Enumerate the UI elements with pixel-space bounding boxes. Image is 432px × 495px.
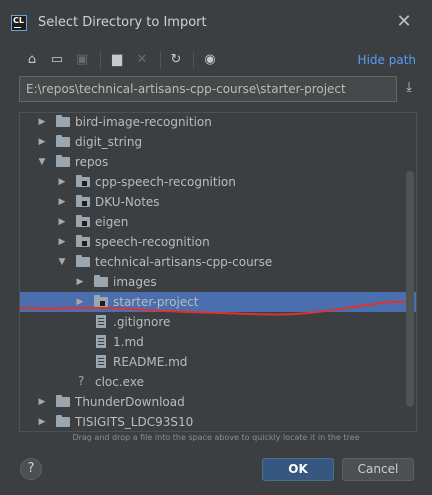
tree-row[interactable]: ▶ ThunderDownload [20, 392, 416, 412]
folder-icon [56, 395, 70, 407]
show-hidden-icon[interactable]: ◉ [200, 50, 220, 70]
collapse-arrow-icon[interactable]: ▶ [74, 292, 86, 312]
tree-scrollbar[interactable] [406, 171, 414, 407]
toolbar-separator [100, 52, 101, 68]
collapse-arrow-icon[interactable]: ▶ [56, 232, 68, 252]
tree-row[interactable]: ▼ repos [20, 152, 416, 172]
tree-row-label: ThunderDownload [75, 395, 185, 409]
folder-icon [76, 235, 90, 247]
collapse-arrow-icon[interactable]: ▶ [56, 172, 68, 192]
title-bar: CL Select Directory to Import ✕ [0, 0, 432, 46]
help-button[interactable]: ? [20, 458, 42, 480]
tree-row-label: eigen [95, 215, 129, 229]
toolbar-separator [160, 52, 161, 68]
folder-icon [56, 115, 70, 127]
tree-row-label: starter-project [113, 295, 199, 309]
tree-row-label: DKU-Notes [95, 195, 160, 209]
refresh-icon[interactable]: ↻ [166, 50, 186, 70]
download-icon[interactable]: ⤓ [401, 80, 417, 98]
folder-icon [76, 195, 90, 207]
tree-row-label: TISIGITS_LDC93S10 [75, 415, 194, 429]
tree-row[interactable]: ▶ speech-recognition [20, 232, 416, 252]
ok-button[interactable]: OK [262, 458, 334, 481]
tree-row[interactable]: 1.md [20, 332, 416, 352]
tree-row[interactable]: .gitignore [20, 312, 416, 332]
path-input[interactable] [20, 77, 396, 101]
collapse-arrow-icon[interactable]: ▶ [56, 212, 68, 232]
home-icon[interactable]: ⌂ [22, 50, 42, 70]
tree-row-label: README.md [113, 355, 188, 369]
tree-row-label: 1.md [113, 335, 144, 349]
tree-row-label: repos [75, 155, 109, 169]
tree-row[interactable]: ▶ TISIGITS_LDC93S10 [20, 412, 416, 431]
close-icon[interactable]: ✕ [394, 12, 414, 32]
drag-drop-hint: Drag and drop a file into the space abov… [72, 433, 360, 442]
expand-arrow-icon[interactable]: ▼ [56, 252, 68, 272]
clion-logo-icon: CL [11, 15, 27, 31]
tree-row-label: technical-artisans-cpp-course [95, 255, 273, 269]
directory-tree[interactable]: ▶ bird-image-recognition ▶ digit_string ▼ rep… [19, 112, 417, 432]
tree-row[interactable]: ▶ eigen [20, 212, 416, 232]
tree-row[interactable]: ▶ digit_string [20, 132, 416, 152]
unknown-file-icon: ? [78, 374, 85, 388]
folder-icon [56, 155, 70, 167]
path-field[interactable] [19, 76, 397, 102]
collapse-arrow-icon[interactable]: ▶ [36, 113, 48, 132]
tree-row[interactable]: README.md [20, 352, 416, 372]
tree-row-label: cloc.exe [95, 375, 144, 389]
file-icon [96, 335, 106, 348]
collapse-arrow-icon[interactable]: ▶ [74, 272, 86, 292]
tree-row-label: digit_string [75, 135, 143, 149]
collapse-arrow-icon[interactable]: ▶ [36, 392, 48, 412]
collapse-arrow-icon[interactable]: ▶ [36, 412, 48, 431]
folder-icon [56, 415, 70, 427]
collapse-arrow-icon[interactable]: ▶ [36, 132, 48, 152]
folder-icon [76, 215, 90, 227]
tree-row[interactable]: ? cloc.exe [20, 372, 416, 392]
project-icon[interactable]: ▣ [72, 50, 92, 70]
folder-icon [76, 175, 90, 187]
folder-icon [76, 255, 90, 267]
tree-row[interactable]: ▶ DKU-Notes [20, 192, 416, 212]
toolbar-separator [193, 52, 194, 68]
tree-row[interactable]: ▼ technical-artisans-cpp-course [20, 252, 416, 272]
tree-row[interactable]: ▶ cpp-speech-recognition [20, 172, 416, 192]
tree-row[interactable]: ▶ bird-image-recognition [20, 113, 416, 132]
dialog-title: Select Directory to Import [38, 15, 207, 30]
expand-arrow-icon[interactable]: ▼ [36, 152, 48, 172]
new-folder-icon[interactable]: ▆ [107, 50, 127, 70]
tree-row-label: .gitignore [113, 315, 171, 329]
tree-row-label: bird-image-recognition [75, 115, 212, 129]
collapse-arrow-icon[interactable]: ▶ [56, 192, 68, 212]
hide-path-link[interactable]: Hide path [358, 53, 416, 67]
folder-icon [56, 135, 70, 147]
file-icon [96, 355, 106, 368]
tree-row-label: images [113, 275, 157, 289]
cancel-button[interactable]: Cancel [342, 458, 414, 481]
file-icon [96, 315, 106, 328]
desktop-icon[interactable]: ▭ [47, 50, 67, 70]
folder-icon [94, 295, 108, 307]
folder-icon [94, 275, 108, 287]
delete-icon[interactable]: ✕ [132, 50, 152, 70]
tree-row[interactable]: ▶ images [20, 272, 416, 292]
tree-row-label: cpp-speech-recognition [95, 175, 236, 189]
tree-row-label: speech-recognition [95, 235, 210, 249]
tree-row[interactable]: ▶ starter-project [20, 292, 416, 312]
